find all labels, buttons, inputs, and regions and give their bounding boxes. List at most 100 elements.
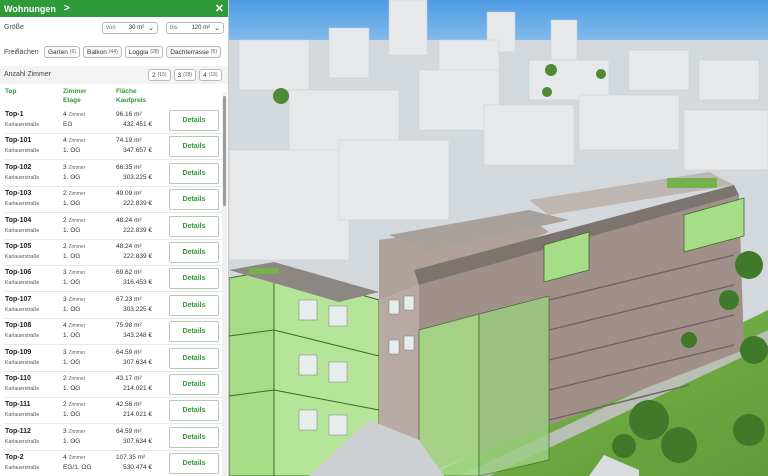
details-button[interactable]: Details [169,400,219,422]
floor: 1. OG [63,226,81,234]
floor: 1. OG [63,332,81,340]
street-name: Karlauerstraße [5,333,40,340]
details-button[interactable]: Details [169,321,219,343]
apartment-row[interactable]: Top-101 Karlauerstraße 74.19 m² 1. OG 347.65… [0,134,222,161]
room-count: 2 Zimmer [63,401,85,408]
chip-label: 4 [203,71,207,79]
close-icon[interactable]: ✕ [215,2,224,15]
floor: 1. OG [63,358,81,366]
scrollbar-thumb[interactable] [223,96,226,206]
rooms-chip-4[interactable]: 4 (18) [199,69,222,81]
street-name: Karlauerstraße [5,306,40,313]
purchase-price: 303.225 € [123,305,152,313]
outdoor-chip-balkon[interactable]: Balkon (44) [83,46,122,58]
apartment-row[interactable]: Top-112 Karlauerstraße 64.59 m² 1. OG 307.63… [0,425,222,451]
chevron-down-icon: ⌄ [148,24,154,32]
size-from-prefix: von [106,24,116,31]
details-button[interactable]: Details [169,426,219,448]
size-from-select[interactable]: von 30 m² ⌄ [102,21,158,34]
room-unit: Zimmer [68,164,86,171]
room-number: 4 [63,454,67,462]
room-unit: Zimmer [68,217,86,224]
floor: 1. OG [63,437,81,445]
size-filter: Größe von 30 m² ⌄ bis 120 m² ⌄ [4,21,224,34]
chip-count: (5) [210,49,217,55]
apartment-row[interactable]: Top-106 Karlauerstraße 69.62 m² 1. OG 316.45… [0,266,222,293]
street-name: Karlauerstraße [5,438,40,445]
details-button[interactable]: Details [169,453,219,475]
apartment-id: Top-111 [5,401,31,409]
col-zimmer-header: Zimmer [63,88,87,95]
details-button[interactable]: Details [169,374,219,395]
chip-label: Balkon [87,48,107,56]
details-button[interactable]: Details [169,136,219,158]
floor: EG [63,121,73,128]
floor: EG/1. OG [63,464,92,472]
purchase-price: 214.021 € [123,385,152,392]
room-unit: Zimmer [68,323,86,330]
outdoor-chip-loggia[interactable]: Loggia (28) [124,46,164,58]
street-name: Karlauerstraße [5,148,40,155]
3d-city-view[interactable] [229,0,768,476]
street-name: Karlauerstraße [5,280,40,287]
details-button[interactable]: Details [169,110,219,131]
apartment-id: Top-112 [5,427,31,435]
apartment-row[interactable]: Top-103 Karlauerstraße 49.09 m² 1. OG 222.83… [0,187,222,214]
outdoor-label: Freiflächen [4,48,39,56]
room-unit: Zimmer [68,376,86,382]
purchase-price: 307.634 € [123,437,152,445]
col-top-header: Top [5,88,17,95]
room-unit: Zimmer [68,349,86,356]
apartment-row[interactable]: Top-104 Karlauerstraße 48.24 m² 1. OG 222.83… [0,214,222,240]
purchase-price: 214.021 € [123,411,152,419]
details-button[interactable]: Details [169,162,219,184]
outdoor-chip-garten[interactable]: Garten (6) [44,46,80,58]
room-unit: Zimmer [68,296,86,303]
room-number: 4 [63,111,67,118]
apartment-row[interactable]: Top-105 Karlauerstraße 48.24 m² 1. OG 222.83… [0,240,222,266]
apartment-row[interactable]: Top-111 Karlauerstraße 42.56 m² 1. OG 214.02… [0,398,222,425]
room-unit: Zimmer [68,191,86,198]
details-button[interactable]: Details [169,268,219,290]
rooms-chip-3[interactable]: 3 (28) [173,69,197,81]
chevron-down-icon: ⌄ [214,24,220,32]
street-name: Karlauerstraße [5,254,40,260]
apartment-id: Top-109 [5,348,32,356]
room-number: 4 [63,137,67,145]
living-area: 74.19 m² [116,137,142,145]
panel-header: Wohnungen > ✕ [0,0,228,17]
room-count: 3 Zimmer [63,349,85,356]
apartment-id: Top-110 [5,375,31,382]
street-name: Karlauerstraße [5,174,40,181]
size-to-select[interactable]: bis 120 m² ⌄ [166,21,224,34]
room-number: 2 [63,243,67,250]
apartment-row[interactable]: Top-110 Karlauerstraße 43.17 m² 1. OG 214.02… [0,372,222,398]
details-button[interactable]: Details [169,242,219,263]
apartment-row[interactable]: Top-1 Karlauerstraße 96.16 m² EG 432.451 € 4 … [0,108,222,134]
size-to-value: 120 m² [191,24,211,31]
apartment-row[interactable]: Top-102 Karlauerstraße 66.35 m² 1. OG 303.22… [0,161,222,187]
apartment-id: Top-104 [5,216,32,224]
room-count: 2 Zimmer [63,375,85,382]
room-unit: Zimmer [68,138,86,145]
details-button[interactable]: Details [169,215,219,237]
living-area: 107.35 m² [116,454,146,462]
apartment-row[interactable]: Top-108 Karlauerstraße 75.98 m² 1. OG 343.24… [0,319,222,346]
details-button[interactable]: Details [169,189,219,211]
floor: 1. OG [63,411,81,419]
details-button[interactable]: Details [169,347,219,369]
apartment-row[interactable]: Top-107 Karlauerstraße 67.23 m² 1. OG 303.22… [0,293,222,319]
living-area: 42.56 m² [116,401,142,409]
apartment-row[interactable]: Top-109 Karlauerstraße 64.59 m² 1. OG 307.63… [0,346,222,372]
living-area: 43.17 m² [116,375,142,382]
outdoor-chip-dachterrasse[interactable]: Dachterrasse (5) [166,46,221,58]
details-button[interactable]: Details [169,294,219,316]
room-count: 4 Zimmer [63,322,85,329]
rooms-chip-2[interactable]: 2 (15) [148,69,171,81]
chevron-right-icon[interactable]: > [64,3,70,14]
living-area: 64.59 m² [116,348,142,356]
apartment-row[interactable]: Top-2 Karlauerstraße 107.35 m² EG/1. OG 530.… [0,451,222,476]
apartment-id: Top-105 [5,243,32,250]
room-number: 3 [63,427,67,435]
selected-unit-left[interactable] [229,269,275,476]
